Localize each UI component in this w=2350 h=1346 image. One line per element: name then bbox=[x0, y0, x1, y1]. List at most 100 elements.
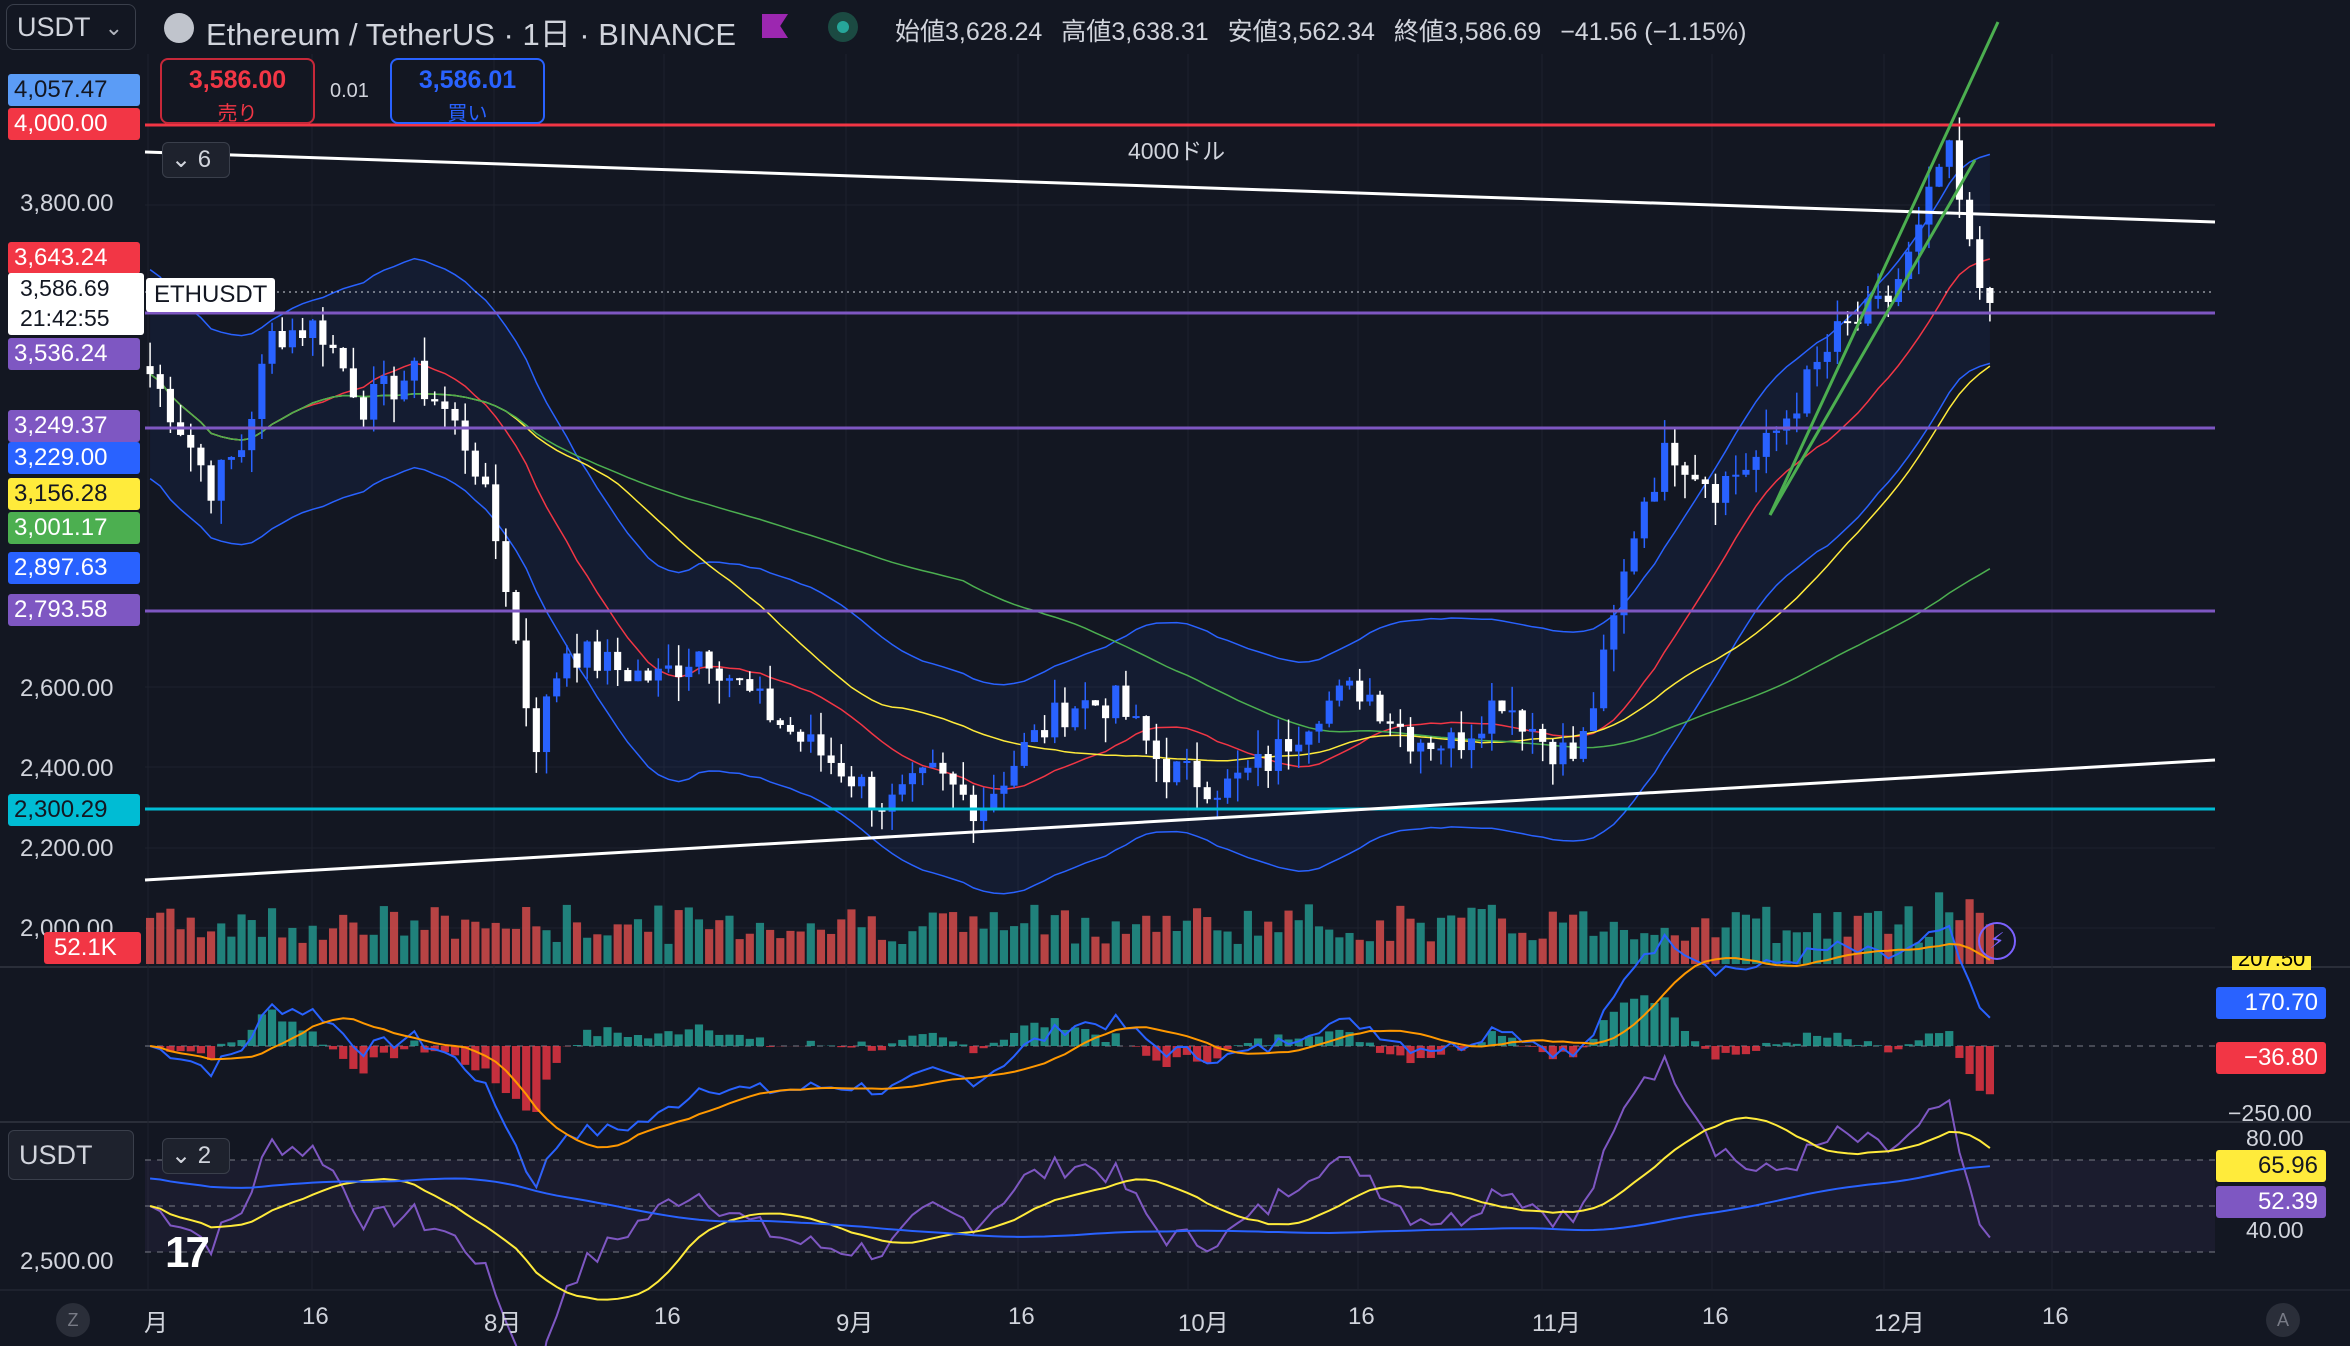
macd-histogram-bar bbox=[1355, 1042, 1364, 1046]
rsi-symbol-select[interactable]: USDT bbox=[8, 1130, 134, 1180]
volume-bar bbox=[725, 915, 734, 964]
candle-body bbox=[1518, 710, 1526, 732]
candle-body bbox=[400, 380, 408, 400]
volume-bar bbox=[1508, 933, 1517, 964]
volume-bar bbox=[898, 943, 907, 964]
macd-histogram-bar bbox=[857, 1041, 866, 1046]
candle-body bbox=[1610, 615, 1618, 650]
time-label: 11月 bbox=[1532, 1310, 1581, 1337]
tradingview-logo-icon[interactable]: 17 bbox=[165, 1228, 210, 1278]
volume-bar bbox=[796, 931, 805, 964]
volume-bar bbox=[1050, 915, 1059, 964]
price-label: 3,800.00 bbox=[20, 190, 114, 217]
volume-bar bbox=[481, 928, 490, 964]
price-tag: 3,249.37 bbox=[8, 410, 140, 442]
high-value: 3,638.31 bbox=[1111, 18, 1209, 46]
candle-body bbox=[644, 670, 652, 681]
volume-bar bbox=[511, 928, 521, 964]
volume-bar bbox=[1243, 910, 1252, 964]
candle-body bbox=[1284, 739, 1293, 752]
volume-bar bbox=[1386, 940, 1395, 964]
volume-bar bbox=[1142, 915, 1151, 964]
rsi-value-tag: 52.39 bbox=[2216, 1186, 2326, 1218]
volume-bar bbox=[1579, 911, 1588, 964]
candle-body bbox=[227, 457, 235, 460]
macd-histogram-bar bbox=[1904, 1044, 1913, 1046]
volume-bar bbox=[1182, 920, 1191, 964]
volume-bar bbox=[1030, 904, 1039, 964]
candle-body bbox=[868, 776, 876, 808]
volume-bar bbox=[1701, 918, 1710, 964]
volume-bar bbox=[176, 929, 185, 964]
volume-bar bbox=[1457, 917, 1466, 964]
candle-body bbox=[1600, 649, 1608, 709]
macd-partial-tag: 207.50 bbox=[2232, 956, 2312, 970]
bolt-icon[interactable]: ⚡ bbox=[1978, 922, 2016, 960]
time-label: 12月 bbox=[1874, 1310, 1925, 1337]
macd-histogram-bar bbox=[806, 1040, 815, 1046]
price-tag: 3,643.24 bbox=[8, 242, 140, 274]
price-label: 2,500.00 bbox=[20, 1248, 114, 1275]
macd-histogram-bar bbox=[735, 1034, 744, 1046]
candle-body bbox=[288, 330, 296, 348]
macd-histogram-bar bbox=[1243, 1042, 1252, 1046]
high-label: 高値 bbox=[1061, 18, 1112, 46]
volume-bar bbox=[1010, 926, 1019, 964]
rsi-indicators-toggle[interactable]: ⌄ 2 bbox=[162, 1138, 230, 1174]
open-value: 3,628.24 bbox=[945, 18, 1043, 46]
volume-bar bbox=[755, 922, 765, 964]
auto-scale-icon[interactable]: A bbox=[2266, 1303, 2300, 1337]
candle-body bbox=[1498, 700, 1506, 712]
macd-axis-label: −250.00 bbox=[2228, 1100, 2312, 1126]
macd-histogram-bar bbox=[1752, 1046, 1761, 1051]
price-tag: 3,536.24 bbox=[8, 338, 140, 370]
candle-body bbox=[319, 320, 327, 345]
sell-button[interactable]: 3,586.00 売り bbox=[160, 58, 315, 125]
candle-body bbox=[1345, 680, 1354, 686]
macd-histogram-bar bbox=[1680, 1030, 1690, 1046]
macd-histogram-bar bbox=[969, 1046, 978, 1054]
volume-bar bbox=[1467, 907, 1476, 964]
volume-bar bbox=[166, 908, 175, 964]
annotation-4000: 4000ドル bbox=[1128, 138, 1226, 164]
macd-histogram-bar bbox=[267, 1009, 277, 1046]
macd-histogram-bar bbox=[908, 1035, 917, 1046]
volume-bar bbox=[491, 922, 500, 964]
price-chart[interactable] bbox=[0, 0, 2350, 1346]
volume-bar bbox=[562, 904, 571, 964]
symbol-select[interactable]: USDT ⌄ bbox=[6, 4, 136, 50]
candle-body bbox=[1752, 456, 1760, 470]
macd-histogram-bar bbox=[684, 1029, 693, 1046]
candle-body bbox=[553, 678, 561, 697]
candle-body bbox=[776, 720, 784, 725]
volume-bar bbox=[146, 917, 155, 964]
candle-body bbox=[1091, 700, 1099, 706]
candle-body bbox=[736, 678, 744, 681]
candle-body bbox=[1122, 685, 1130, 717]
volume-bar bbox=[1538, 938, 1547, 964]
macd-histogram-bar bbox=[715, 1034, 724, 1046]
candle-body bbox=[1437, 748, 1445, 751]
volume-bar bbox=[735, 939, 744, 964]
candle-body bbox=[1691, 474, 1699, 480]
macd-histogram-bar bbox=[1264, 1045, 1273, 1046]
macd-histogram-bar bbox=[1396, 1046, 1405, 1056]
candle-body bbox=[1844, 321, 1852, 324]
volume-bar bbox=[684, 907, 693, 964]
candle-body bbox=[522, 640, 530, 709]
volume-bar bbox=[593, 934, 602, 964]
volume-bar bbox=[1731, 912, 1740, 964]
volume-bar bbox=[1132, 924, 1141, 964]
candle-body bbox=[563, 653, 571, 679]
volume-bar bbox=[888, 941, 897, 964]
candle-body bbox=[217, 459, 225, 501]
indicators-toggle[interactable]: ⌄ 6 bbox=[162, 142, 230, 178]
volume-bar bbox=[644, 931, 653, 964]
close-label: 終値 bbox=[1393, 18, 1444, 46]
low-label: 安値 bbox=[1227, 18, 1278, 46]
candle-body bbox=[1457, 732, 1465, 751]
buy-button[interactable]: 3,586.01 買い bbox=[390, 58, 545, 125]
volume-bar bbox=[1874, 911, 1883, 964]
candle-body bbox=[207, 465, 215, 501]
z-icon[interactable]: Z bbox=[56, 1303, 90, 1337]
